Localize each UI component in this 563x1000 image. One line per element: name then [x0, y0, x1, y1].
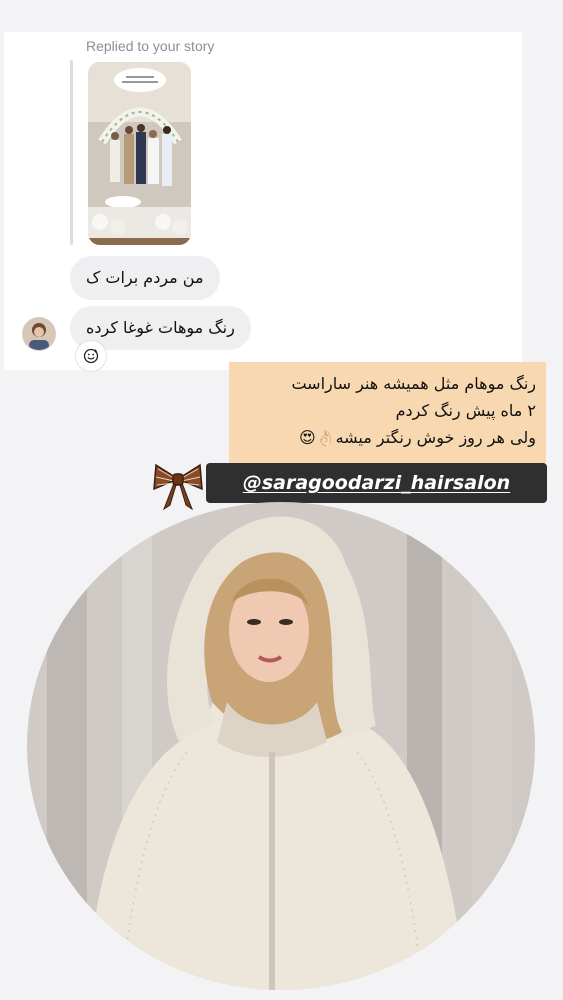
mention-tag[interactable]: @saragoodarzi_hairsalon	[206, 463, 547, 503]
caption-line: ۲ ماه پیش رنگ کردم	[395, 401, 536, 420]
story-caption: رنگ موهام مثل همیشه هنر ساراست ۲ ماه پیش…	[229, 362, 546, 463]
dm-conversation: Replied to your story من مردم برات ک رنگ…	[4, 32, 522, 371]
add-reaction-button[interactable]	[76, 341, 106, 371]
portrait-photo	[27, 502, 535, 990]
avatar-image	[23, 318, 55, 350]
replied-to-story-label: Replied to your story	[86, 38, 215, 54]
bow-icon	[153, 463, 203, 511]
wedding-scene-image	[88, 62, 191, 245]
reply-indicator-bar	[70, 60, 73, 245]
story-thumbnail[interactable]	[88, 62, 191, 245]
caption-line: رنگ موهام مثل همیشه هنر ساراست	[291, 374, 536, 393]
portrait-image	[27, 502, 535, 990]
emoji-smile-icon	[83, 348, 99, 364]
caption-line: ولی هر روز خوش رنگتر میشه👌🏻😍	[298, 428, 536, 447]
message-bubble[interactable]: من مردم برات ک	[70, 256, 220, 300]
sender-avatar[interactable]	[22, 317, 56, 351]
